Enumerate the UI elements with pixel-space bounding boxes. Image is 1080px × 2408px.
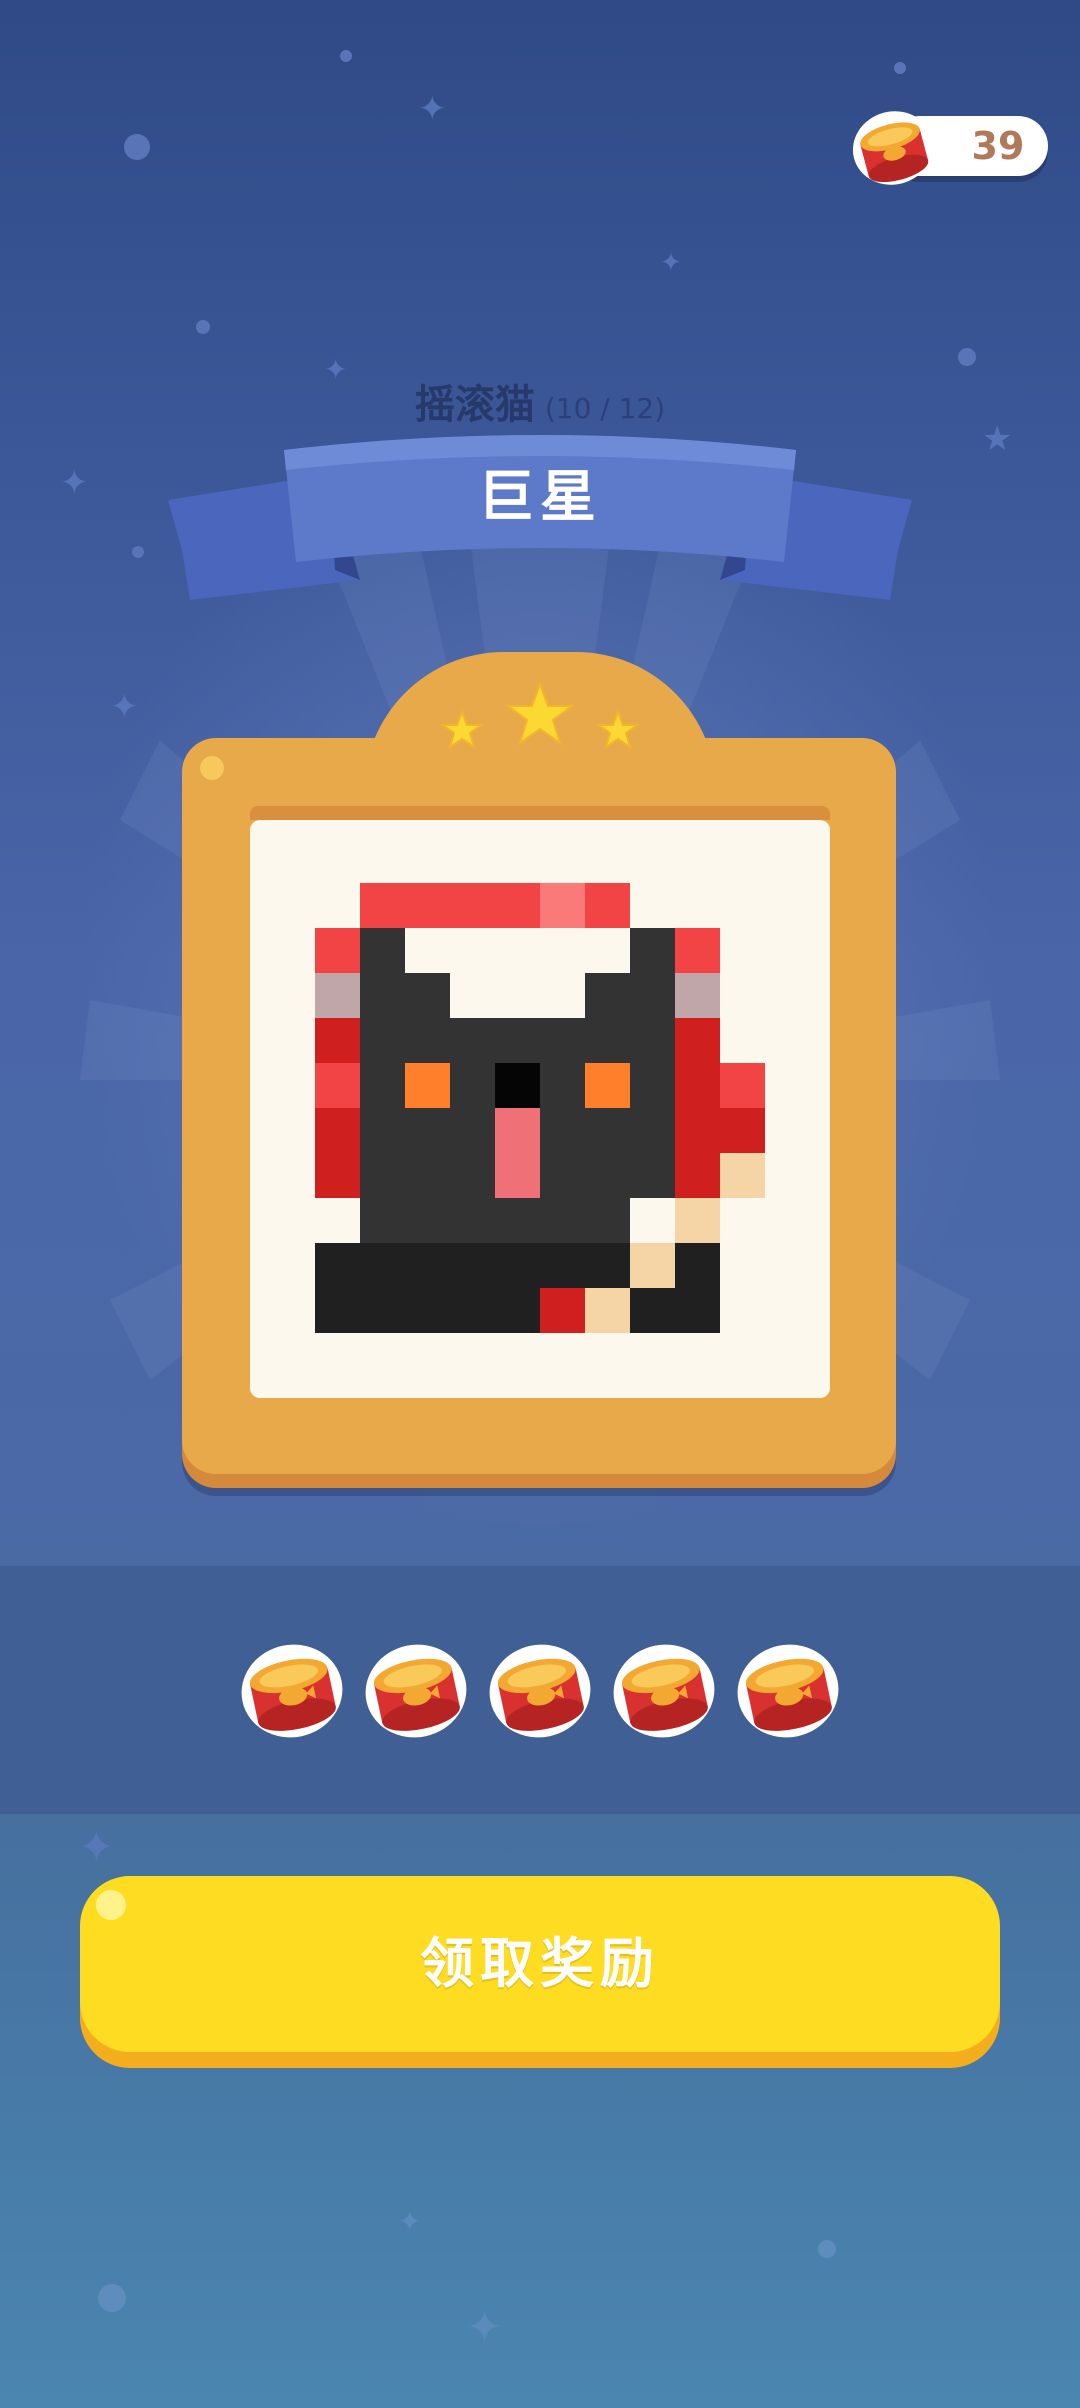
collection-progress: (10 / 12) [544, 392, 666, 425]
cat-food-can-icon [489, 1644, 591, 1738]
rock-cat-pixel-art [315, 883, 765, 1333]
cat-food-can-icon [241, 1644, 343, 1738]
sparkle-dot [958, 348, 976, 366]
sparkle-icon: ✦ [110, 687, 139, 727]
cat-food-can-icon [613, 1644, 715, 1738]
sparkle-dot [818, 2240, 836, 2258]
sparkle-dot [98, 2284, 126, 2312]
coin-count: 39 [971, 124, 1025, 168]
rating-stars [439, 681, 641, 750]
reward-list [0, 1636, 1080, 1746]
sparkle-dot [340, 50, 352, 62]
star-icon [595, 709, 641, 750]
sparkle-dot [894, 62, 906, 74]
rank-title: 巨星 [478, 465, 602, 530]
cat-food-can-icon [852, 111, 934, 185]
cat-food-can-icon [737, 1644, 839, 1738]
cat-food-can-icon [365, 1644, 467, 1738]
cat-name: 摇滚猫 [414, 382, 535, 428]
sparkle-icon: ✦ [418, 89, 447, 129]
sparkle-dot [196, 320, 210, 334]
frame-rivet [200, 756, 224, 780]
sparkle-icon: ✦ [660, 248, 682, 278]
sparkle-dot [132, 546, 144, 558]
star-icon [439, 709, 485, 750]
sparkle-icon: ✦ [398, 2205, 422, 2238]
cat-title: 摇滚猫 (10 / 12) [0, 372, 1080, 430]
sparkle-icon: ✦ [78, 1822, 115, 1873]
canvas-shadow [250, 806, 830, 820]
sparkle-icon: ✦ [466, 2302, 503, 2353]
claim-reward-label[interactable]: 领取奖励 [80, 1876, 1000, 2052]
star-icon [504, 681, 576, 746]
sparkle-dot [124, 134, 150, 160]
